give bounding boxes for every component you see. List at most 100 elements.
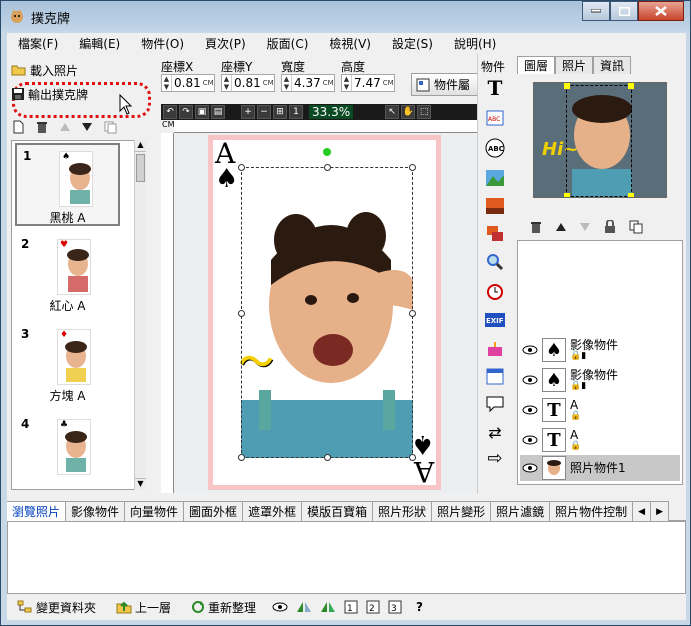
tab-image-objects[interactable]: 影像物件	[66, 501, 126, 521]
zoom-out-icon[interactable]: −	[257, 105, 271, 119]
lock-icon[interactable]: 🔒	[570, 411, 581, 421]
menu-help[interactable]: 說明(H)	[443, 35, 506, 52]
layer-row[interactable]: ♠ 影像物件 🔒▮	[520, 367, 680, 393]
scroll-up-icon[interactable]: ▲	[135, 140, 146, 152]
height-input[interactable]: ▲ ▼ 7.47 CM	[341, 74, 395, 92]
tab-browse-photos[interactable]: 瀏覽照片	[7, 501, 67, 521]
fit-page-icon[interactable]: ⊞	[273, 105, 287, 119]
resize-handle[interactable]	[324, 164, 331, 171]
menu-edit[interactable]: 編輯(E)	[68, 35, 130, 52]
card-rank-bottom[interactable]: A	[414, 455, 434, 488]
abc-text-icon[interactable]: ABC	[485, 108, 505, 128]
speech-bubble-icon[interactable]	[485, 394, 505, 414]
resize-handle[interactable]	[238, 164, 245, 171]
view-mode-3-icon[interactable]: 3	[388, 600, 402, 614]
copy-layer-icon[interactable]	[629, 220, 643, 234]
undo-icon[interactable]: ↶	[163, 105, 177, 119]
select-area-icon[interactable]: ⬚	[417, 105, 432, 119]
tab-photos[interactable]: 照片	[555, 56, 594, 74]
paste-icon[interactable]: ▤	[211, 105, 225, 119]
lock-icon[interactable]: 🔒	[570, 441, 581, 451]
coord-y-input[interactable]: ▲ ▼ 0.81 CM	[221, 74, 275, 92]
landscape-image-icon[interactable]	[485, 168, 505, 188]
card-thumbnail-1[interactable]: 1 ♠ 黑桃 A	[15, 143, 120, 226]
zoom-in-icon[interactable]: +	[241, 105, 255, 119]
tab-mask-frame[interactable]: 遮罩外框	[243, 501, 303, 521]
move-down-icon[interactable]	[81, 121, 93, 133]
change-folder-button[interactable]: 變更資料夾	[17, 599, 96, 616]
card-thumbnail-4[interactable]: 4 ♣	[15, 413, 120, 489]
layer-row[interactable]: T A 🔒	[520, 397, 680, 423]
coord-x-input[interactable]: ▲ ▼ 0.81 CM	[161, 74, 215, 92]
card-list-scrollbar[interactable]: ▲ ▼	[134, 140, 146, 490]
tab-template-box[interactable]: 模版百寶箱	[302, 501, 374, 521]
eye-icon[interactable]	[522, 434, 538, 446]
hand-tool-icon[interactable]: ✋	[401, 105, 416, 119]
resize-handle[interactable]	[238, 454, 245, 461]
layer-row-selected[interactable]: 照片物件1	[520, 455, 680, 481]
flip-vertical-icon[interactable]	[320, 600, 336, 614]
canvas-stage[interactable]: A ♠ 〜 ♠ A	[174, 133, 477, 493]
close-button[interactable]	[638, 1, 684, 21]
tab-info[interactable]: 資訊	[593, 56, 632, 74]
view-mode-2-icon[interactable]: 2	[366, 600, 380, 614]
lock-icon[interactable]: 🔒▮	[570, 381, 618, 391]
lock-icon[interactable]	[603, 220, 617, 234]
menu-view[interactable]: 檢視(V)	[318, 35, 381, 52]
tab-scroll-left-icon[interactable]: ◀	[633, 501, 652, 521]
photo-browser-panel[interactable]	[7, 521, 686, 594]
resize-handle[interactable]	[628, 193, 634, 197]
tab-photo-filter[interactable]: 照片濾鏡	[491, 501, 551, 521]
rotate-handle[interactable]	[323, 148, 331, 156]
eye-icon[interactable]	[272, 601, 288, 613]
copy-icon[interactable]: ▣	[195, 105, 209, 119]
card-thumbnail-3[interactable]: 3 ♦ 方塊 A	[15, 323, 120, 406]
cat-app-icon[interactable]	[9, 8, 25, 24]
clock-icon[interactable]	[485, 282, 505, 302]
width-input[interactable]: ▲ ▼ 4.37 CM	[281, 74, 335, 92]
spinner-icon[interactable]: ▲ ▼	[282, 75, 292, 91]
menu-page[interactable]: 頁次(P)	[194, 35, 256, 52]
eye-icon[interactable]	[522, 462, 538, 474]
resize-handle[interactable]	[564, 193, 570, 197]
sunset-image-icon[interactable]	[485, 196, 505, 216]
refresh-button[interactable]: 重新整理	[191, 599, 256, 616]
exif-icon[interactable]: EXIF	[485, 310, 505, 330]
poker-card[interactable]: A ♠ 〜 ♠ A	[208, 135, 441, 490]
resize-handle[interactable]	[628, 83, 634, 89]
trash-icon[interactable]	[529, 220, 543, 234]
selection-box[interactable]	[238, 164, 416, 461]
double-arrow-icon[interactable]: ⇄	[485, 422, 505, 442]
redo-icon[interactable]: ↷	[179, 105, 193, 119]
view-mode-1-icon[interactable]: 1	[344, 600, 358, 614]
maximize-button[interactable]	[610, 1, 638, 21]
load-photo-button[interactable]: 載入照片	[11, 60, 78, 80]
tab-scroll-right-icon[interactable]: ▶	[651, 501, 669, 521]
layer-row[interactable]: ♠ 影像物件 🔒▮	[520, 337, 680, 363]
scroll-thumb[interactable]	[136, 154, 145, 182]
flip-horizontal-icon[interactable]	[296, 600, 312, 614]
eye-icon[interactable]	[522, 344, 538, 356]
copy-page-icon[interactable]	[103, 120, 117, 134]
actual-size-icon[interactable]: 1	[289, 105, 303, 119]
text-tool-icon[interactable]: T	[485, 76, 505, 100]
arrow-shape-icon[interactable]: ⇨	[485, 448, 505, 469]
layer-preview[interactable]: Hi~	[533, 82, 667, 198]
photo-stack-icon[interactable]	[485, 224, 505, 244]
tab-layers[interactable]: 圖層	[517, 56, 556, 74]
tab-photo-warp[interactable]: 照片變形	[432, 501, 492, 521]
card-suit-bottom[interactable]: ♠	[411, 429, 434, 459]
menu-layout[interactable]: 版面(C)	[256, 35, 319, 52]
pointer-tool-icon[interactable]: ↖	[385, 105, 400, 119]
new-page-icon[interactable]	[11, 120, 25, 134]
tab-photo-shape[interactable]: 照片形狀	[373, 501, 433, 521]
lock-icon[interactable]: 🔒▮	[570, 351, 618, 361]
spinner-icon[interactable]: ▲ ▼	[162, 75, 172, 91]
minimize-button[interactable]	[582, 1, 610, 21]
calendar-icon[interactable]	[485, 366, 505, 386]
tab-photo-control[interactable]: 照片物件控制	[550, 501, 634, 521]
menu-settings[interactable]: 設定(S)	[381, 35, 443, 52]
tab-page-frame[interactable]: 圖面外框	[184, 501, 244, 521]
trash-icon[interactable]	[35, 120, 49, 134]
card-suit-top[interactable]: ♠	[215, 166, 238, 192]
